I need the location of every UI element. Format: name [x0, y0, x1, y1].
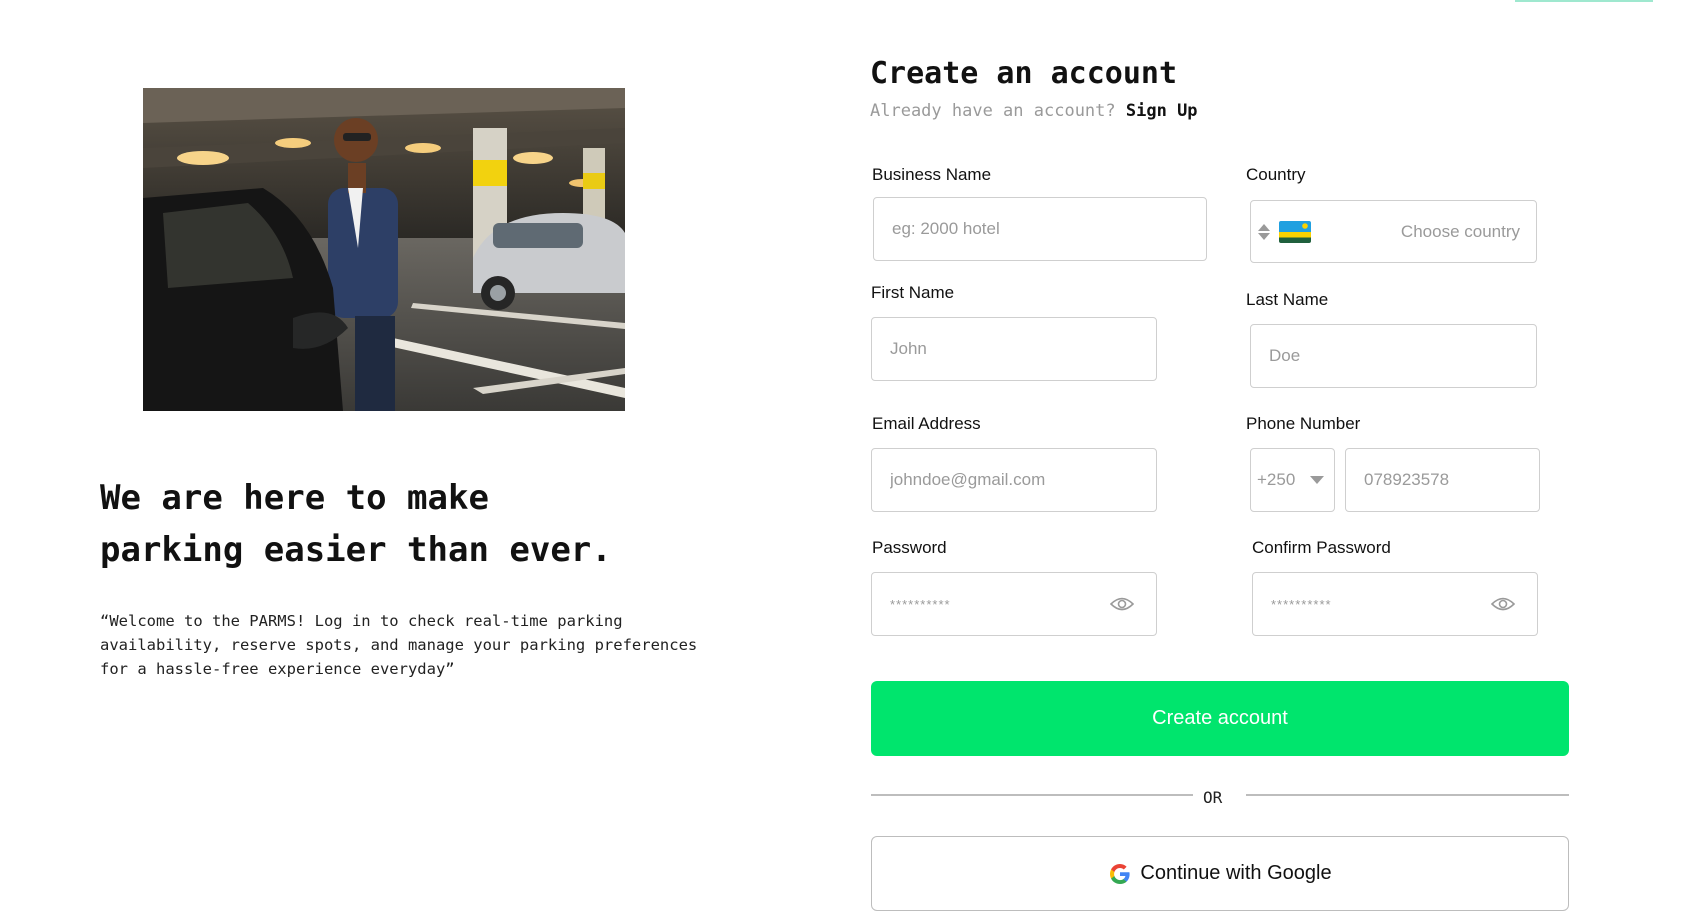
- welcome-line-1: “Welcome to the PARMS! Log in to check r…: [100, 612, 623, 630]
- form-title: Create an account: [870, 56, 1178, 91]
- create-account-button[interactable]: Create account: [871, 681, 1569, 756]
- email-input[interactable]: [888, 469, 1140, 491]
- email-field[interactable]: [871, 448, 1157, 512]
- divider-left: [871, 794, 1193, 796]
- tagline-line-2: parking easier than ever.: [100, 530, 612, 570]
- last-name-input[interactable]: [1267, 345, 1520, 367]
- password-field[interactable]: [871, 572, 1157, 636]
- first-name-input[interactable]: [888, 338, 1140, 360]
- last-name-field[interactable]: [1250, 324, 1537, 388]
- phone-input[interactable]: [1362, 469, 1523, 491]
- phone-label: Phone Number: [1246, 414, 1361, 433]
- already-have-account: Already have an account? Sign Up: [870, 101, 1198, 121]
- google-button-label: Continue with Google: [1140, 862, 1332, 884]
- password-label: Password: [872, 538, 947, 557]
- confirm-password-label: Confirm Password: [1252, 538, 1391, 557]
- sign-up-link[interactable]: Sign Up: [1126, 101, 1198, 121]
- business-name-field[interactable]: [873, 197, 1207, 261]
- tagline-line-1: We are here to make: [100, 478, 489, 518]
- confirm-password-input[interactable]: [1269, 593, 1521, 615]
- or-text: OR: [1203, 788, 1223, 807]
- country-placeholder: Choose country: [1400, 221, 1520, 241]
- top-accent-bar: [1515, 0, 1653, 2]
- welcome-line-3: for a hassle-free experience everyday”: [100, 660, 455, 678]
- country-code-select[interactable]: +250: [1250, 448, 1335, 512]
- google-icon: [1110, 863, 1130, 884]
- welcome-line-2: availability, reserve spots, and manage …: [100, 636, 698, 654]
- country-label: Country: [1246, 165, 1306, 184]
- tagline-heading: We are here to make parking easier than …: [100, 472, 700, 576]
- rwanda-flag-icon: [1279, 220, 1311, 243]
- first-name-label: First Name: [871, 283, 955, 302]
- divider-right: [1246, 794, 1569, 796]
- confirm-password-field[interactable]: [1252, 572, 1538, 636]
- hero-image: [143, 88, 625, 411]
- last-name-label: Last Name: [1246, 290, 1329, 309]
- country-code-value: +250: [1257, 470, 1296, 489]
- country-select-left: [1257, 220, 1311, 243]
- sort-arrows-icon: [1258, 223, 1270, 240]
- already-text: Already have an account?: [870, 101, 1116, 121]
- eye-icon[interactable]: [1110, 596, 1134, 612]
- welcome-paragraph: “Welcome to the PARMS! Log in to check r…: [100, 609, 760, 681]
- email-label: Email Address: [872, 414, 981, 433]
- first-name-field[interactable]: [871, 317, 1157, 381]
- business-name-label: Business Name: [872, 165, 992, 184]
- continue-with-google-button[interactable]: Continue with Google: [871, 836, 1569, 911]
- business-name-input[interactable]: [890, 218, 1190, 240]
- signup-page: We are here to make parking easier than …: [0, 0, 1705, 915]
- chevron-down-icon: [1310, 476, 1324, 484]
- country-select[interactable]: Choose country: [1250, 200, 1537, 263]
- parking-garage-photo: [143, 88, 625, 411]
- password-input[interactable]: [888, 593, 1140, 615]
- phone-field[interactable]: [1345, 448, 1540, 512]
- eye-icon[interactable]: [1491, 596, 1515, 612]
